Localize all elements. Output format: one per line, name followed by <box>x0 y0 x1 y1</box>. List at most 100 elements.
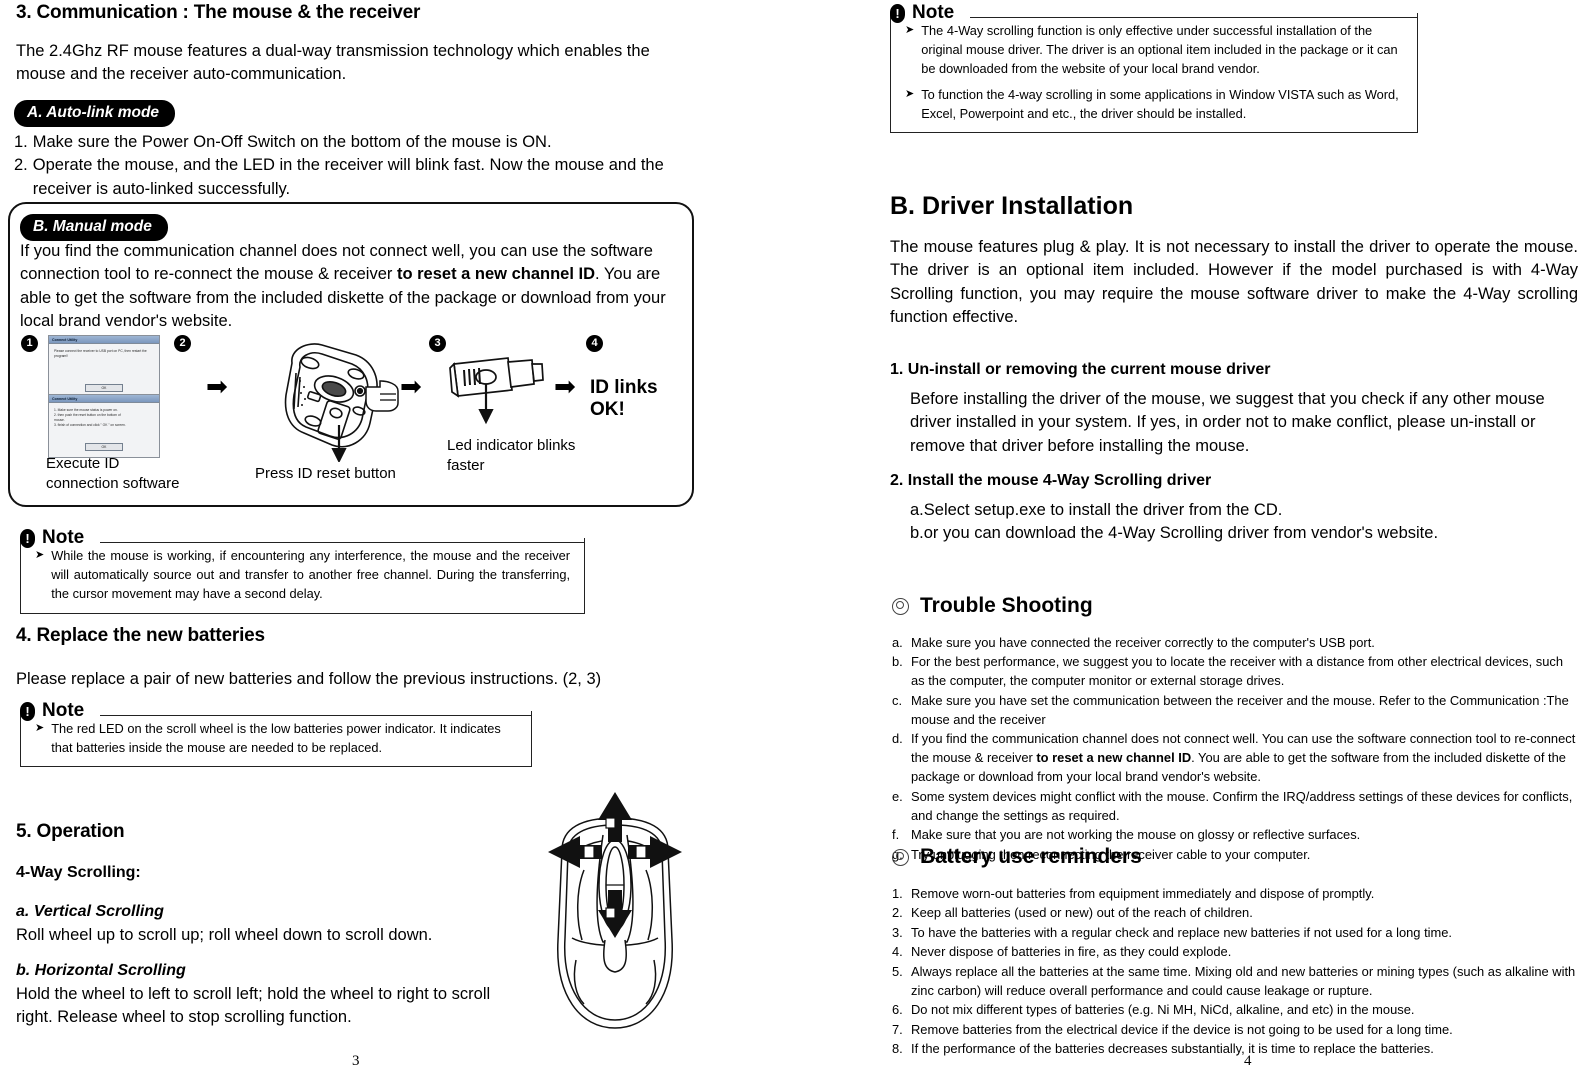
driver-step1-text: Before installing the driver of the mous… <box>910 390 1545 455</box>
battery-reminders-list: 1. Remove worn-out batteries from equipm… <box>892 885 1576 1060</box>
list-item-key: 2. <box>892 905 903 921</box>
note-title: Note <box>42 527 94 549</box>
bullseye-icon <box>892 848 909 866</box>
list-item-key: d. <box>892 731 903 747</box>
dialog-line: 3. finish of connection and click " OK "… <box>54 423 126 428</box>
list-item-text: Do not mix different types of batteries … <box>911 1002 1415 1018</box>
note-item-text: The red LED on the scroll wheel is the l… <box>51 721 501 756</box>
list-item-text: Make sure you have connected the receive… <box>911 635 1375 650</box>
list-item-key: c. <box>892 692 903 708</box>
bullet-arrow-icon: ➤ <box>35 722 45 734</box>
manual-mode-text: If you find the communication channel do… <box>20 240 680 334</box>
list-item-text: Operate the mouse, and the LED in the re… <box>32 156 664 198</box>
exclamation-icon: ! <box>20 528 35 548</box>
section5-heading: 5. Operation <box>16 821 125 842</box>
list-item: d. If you find the communication channel… <box>892 730 1576 787</box>
list-item: 6. Do not mix different types of batteri… <box>892 1001 1576 1020</box>
list-item-text: To have the batteries with a regular che… <box>911 924 1452 940</box>
list-item-key: 6. <box>892 1002 903 1018</box>
list-item-emphasis: to reset a new channel ID <box>1036 750 1192 766</box>
step-number-1: 1 <box>21 335 38 352</box>
driver-installation-heading: B. Driver Installation <box>890 192 1134 220</box>
arrow-right-icon: ➡ <box>206 372 228 402</box>
list-item: 2. Keep all batteries (used or new) out … <box>892 904 1576 923</box>
bullseye-icon <box>892 597 909 615</box>
bullet-arrow-icon: ➤ <box>905 87 915 100</box>
list-item-key: 1. <box>892 886 903 901</box>
caption-led-indicator: Led indicator blinks faster <box>447 437 576 475</box>
driver-step1-title: 1. Un-install or removing the current mo… <box>890 361 1271 378</box>
dialog-titlebar: Connect Utility <box>49 336 159 345</box>
step-number-2: 2 <box>174 335 191 352</box>
note-rule <box>100 715 532 716</box>
caption-execute-id-software: Execute ID connection software <box>46 455 180 493</box>
note-item: ➤ While the mouse is working, if encount… <box>35 546 570 604</box>
list-item-text: Keep all batteries (used or new) out of … <box>911 905 1253 921</box>
note-box-low-battery: ! Note ➤ The red LED on the scroll wheel… <box>20 700 532 768</box>
note-header: ! Note <box>890 2 1418 24</box>
list-item: 4. Never dispose of batteries in fire, a… <box>892 943 1576 962</box>
mouse-top-view-illustration <box>548 792 682 1029</box>
section4-heading: 4. Replace the new batteries <box>16 625 265 646</box>
auto-link-mode-label: A. Auto-link mode <box>14 100 176 127</box>
list-item-key: 8. <box>892 1041 903 1057</box>
caption-press-id-reset: Press ID reset button <box>255 465 396 482</box>
ok-button[interactable]: OK <box>84 384 124 393</box>
dialog-message: Please connect the receiver to USB port … <box>54 349 147 359</box>
list-item-key: 4. <box>892 944 903 960</box>
list-item-text: Make sure you have set the communication… <box>911 692 1569 727</box>
manual-mode-pill: B. Manual mode <box>20 214 168 241</box>
note-header: ! Note <box>20 700 532 722</box>
list-item-key: 7. <box>892 1021 903 1037</box>
driver-step2-option-b: b.or you can download the 4-Way Scrollin… <box>910 524 1439 542</box>
list-item: 1. Make sure the Power On-Off Switch on … <box>14 131 684 154</box>
section3-intro: The 2.4Ghz RF mouse features a dual-way … <box>16 42 650 84</box>
note-header: ! Note <box>20 527 585 549</box>
note-body: ➤ While the mouse is working, if encount… <box>20 538 585 614</box>
list-item-key: 3. <box>892 924 903 940</box>
note-rule <box>970 17 1418 18</box>
connect-utility-dialog-1[interactable]: Connect Utility Please connect the recei… <box>48 335 160 400</box>
page-number-left: 3 <box>352 1053 360 1069</box>
right-page: ! Note ➤ The 4-Way scrolling function is… <box>858 0 1588 1085</box>
list-item-text: Always replace all the batteries at the … <box>911 963 1576 998</box>
list-item-key: f. <box>892 827 900 843</box>
auto-link-steps: 1. Make sure the Power On-Off Switch on … <box>14 131 684 201</box>
vertical-scrolling-title: a. Vertical Scrolling <box>16 903 164 920</box>
ok-button[interactable]: OK <box>84 443 124 452</box>
note-title: Note <box>912 2 964 24</box>
list-item-text: Some system devices might conflict with … <box>911 788 1573 823</box>
note-item-text: The 4-Way scrolling function is only eff… <box>921 23 1398 77</box>
list-item: 3. To have the batteries with a regular … <box>892 924 1576 943</box>
note-item: ➤ To function the 4-way scrolling in som… <box>905 85 1403 123</box>
list-item: a. Make sure you have connected the rece… <box>892 634 1576 653</box>
note-rule <box>100 542 585 543</box>
left-page: 3. Communication : The mouse & the recei… <box>0 0 730 1085</box>
exclamation-icon: ! <box>20 701 35 721</box>
list-item: 2. Operate the mouse, and the LED in the… <box>14 154 684 201</box>
connect-utility-dialog-2[interactable]: Connect Utility 1. Make sure the mouse s… <box>48 394 160 459</box>
note-body: ➤ The 4-Way scrolling function is only e… <box>890 13 1418 133</box>
list-item-key: b. <box>892 654 903 670</box>
vertical-scrolling-text: Roll wheel up to scroll up; roll wheel d… <box>16 926 433 944</box>
list-item: e. Some system devices might conflict wi… <box>892 788 1576 826</box>
section5-subheading: 4-Way Scrolling: <box>16 864 141 881</box>
page-number-right: 4 <box>1244 1053 1252 1069</box>
driver-step2-option-a: a.Select setup.exe to install the driver… <box>910 501 1283 519</box>
trouble-shooting-title: Trouble Shooting <box>920 594 1093 617</box>
dialog-message: 1. Make sure the mouse status is power o… <box>49 403 159 435</box>
list-item: 1. Remove worn-out batteries from equipm… <box>892 885 1576 904</box>
list-item-text: Remove worn-out batteries from equipment… <box>911 886 1375 901</box>
step-number-4: 4 <box>586 335 603 352</box>
manual-mode-label: B. Manual mode <box>20 214 168 241</box>
list-item: c. Make sure you have set the communicat… <box>892 692 1576 730</box>
auto-link-mode-pill: A. Auto-link mode <box>14 100 176 127</box>
trouble-shooting-list: a. Make sure you have connected the rece… <box>892 634 1576 865</box>
list-item-number: 1. <box>14 133 28 151</box>
note-box-4way-scrolling: ! Note ➤ The 4-Way scrolling function is… <box>890 2 1418 133</box>
list-item-text: Remove batteries from the electrical dev… <box>911 1021 1453 1037</box>
list-item: 7. Remove batteries from the electrical … <box>892 1021 1576 1040</box>
bullet-arrow-icon: ➤ <box>905 24 915 36</box>
note-item: ➤ The 4-Way scrolling function is only e… <box>905 21 1403 79</box>
arrow-right-icon: ➡ <box>400 372 422 402</box>
